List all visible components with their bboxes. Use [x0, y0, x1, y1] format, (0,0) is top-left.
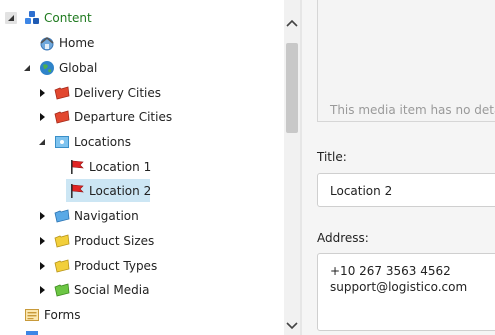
tree-item-label: Social Media: [74, 283, 150, 297]
tree-scrollbar[interactable]: [284, 0, 300, 335]
tree-item-product-types[interactable]: Product Types: [0, 255, 284, 277]
red-folder-icon: [54, 109, 70, 125]
tree-item-global[interactable]: Global: [0, 57, 284, 79]
content-cubes-icon: [24, 10, 40, 26]
tree-item-label: Location 1: [89, 160, 152, 174]
yellow-folder-icon: [54, 233, 70, 249]
address-field[interactable]: +10 267 3563 4562 support@logistico.com: [317, 253, 495, 331]
collapse-icon[interactable]: [36, 136, 48, 148]
expand-icon[interactable]: [36, 111, 48, 123]
media-preview: This media item has no details.: [317, 0, 495, 122]
partial-item-icon: [24, 331, 40, 335]
globe-icon: [39, 60, 55, 76]
tree-item-label: Delivery Cities: [74, 86, 162, 100]
tree-item-label: Location 2: [89, 184, 152, 198]
forms-icon: [24, 307, 40, 323]
tree-item-label: Home: [59, 36, 95, 50]
tree-item-label: Departure Cities: [74, 110, 173, 124]
content-editor: Content Home Global Delivery Cities Depa…: [0, 0, 495, 335]
scroll-down-icon[interactable]: [284, 317, 300, 333]
locations-folder-icon: [54, 134, 70, 150]
red-flag-icon: [69, 183, 85, 199]
yellow-folder-icon: [54, 258, 70, 274]
title-value: Location 2: [330, 184, 393, 198]
tree-item-label: Content: [44, 11, 92, 25]
tree-item-label: Forms: [44, 308, 81, 322]
tree-item-location-1[interactable]: Location 1: [0, 156, 284, 178]
title-field[interactable]: Location 2: [317, 173, 495, 207]
tree-item-label: Global: [59, 61, 98, 75]
tree-item-departure-cities[interactable]: Departure Cities: [0, 106, 284, 128]
expand-icon[interactable]: [36, 210, 48, 222]
tree-item-label: Navigation: [74, 209, 139, 223]
item-detail-panel: This media item has no details. Title: L…: [302, 0, 495, 335]
address-value: +10 267 3563 4562 support@logistico.com: [330, 264, 468, 294]
tree-item-location-2[interactable]: Location 2: [0, 180, 284, 202]
collapse-icon[interactable]: [5, 12, 17, 24]
tree-item-content[interactable]: Content: [0, 7, 284, 29]
expand-icon[interactable]: [36, 284, 48, 296]
tree-item-locations[interactable]: Locations: [0, 131, 284, 153]
home-globe-icon: [39, 35, 55, 51]
tree-item-social-media[interactable]: Social Media: [0, 279, 284, 301]
address-label: Address:: [317, 231, 369, 245]
tree-item-product-sizes[interactable]: Product Sizes: [0, 230, 284, 252]
tree-item-label: Locations: [74, 135, 132, 149]
scroll-thumb[interactable]: [286, 43, 298, 133]
tree-item-forms[interactable]: Forms: [0, 304, 284, 326]
green-folder-icon: [54, 282, 70, 298]
expand-icon[interactable]: [36, 260, 48, 272]
title-label: Title:: [317, 150, 347, 164]
tree-item-home[interactable]: Home: [0, 32, 284, 54]
tree-item-label: Product Types: [74, 259, 158, 273]
collapse-icon[interactable]: [21, 62, 33, 74]
expand-icon[interactable]: [36, 87, 48, 99]
tree-item-delivery-cities[interactable]: Delivery Cities: [0, 82, 284, 104]
expand-icon[interactable]: [36, 235, 48, 247]
red-flag-icon: [69, 159, 85, 175]
blue-folder-icon: [54, 208, 70, 224]
content-tree: Content Home Global Delivery Cities Depa…: [0, 0, 284, 335]
tree-item-navigation[interactable]: Navigation: [0, 205, 284, 227]
red-folder-icon: [54, 85, 70, 101]
scroll-up-icon[interactable]: [284, 16, 300, 32]
media-no-details-text: This media item has no details.: [330, 103, 495, 117]
tree-item-label: Product Sizes: [74, 234, 155, 248]
